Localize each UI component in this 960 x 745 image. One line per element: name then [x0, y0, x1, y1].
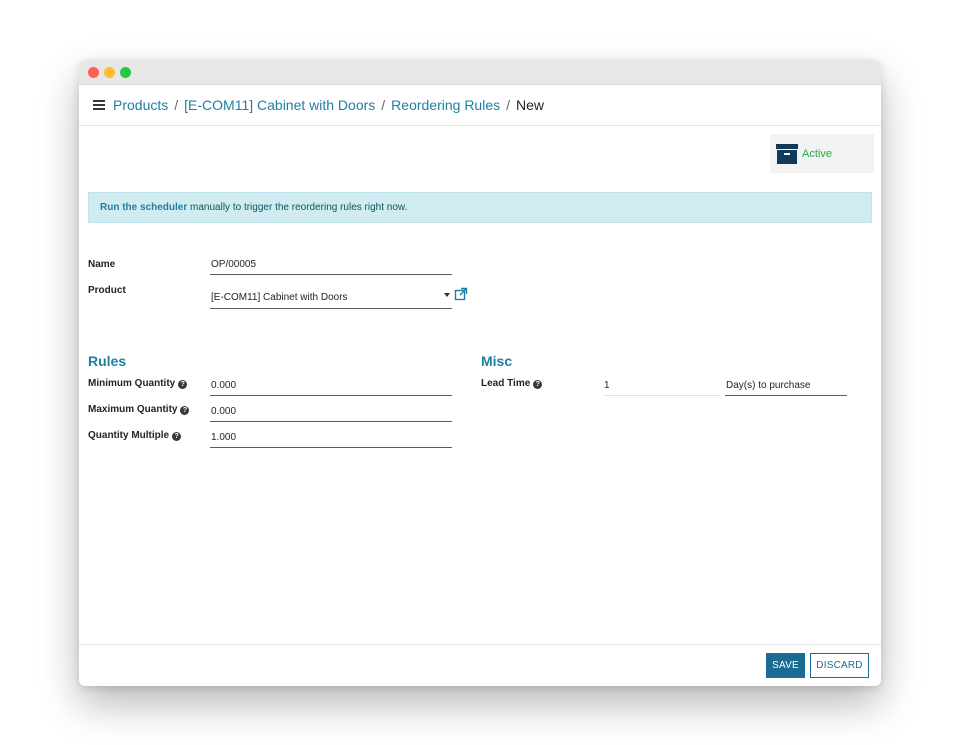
active-label: Active: [802, 147, 832, 160]
maximum-quantity-field[interactable]: 0.000: [210, 405, 452, 422]
quantity-multiple-field[interactable]: 1.000: [210, 431, 452, 448]
quantity-multiple-label-text: Quantity Multiple: [88, 430, 170, 441]
lead-time-unit-select[interactable]: Day(s) to purchase: [725, 379, 847, 396]
lead-time-label-text: Lead Time: [481, 378, 531, 389]
run-scheduler-link[interactable]: Run the scheduler: [100, 202, 187, 213]
window-titlebar: [79, 60, 881, 85]
breadcrumb-separator: /: [506, 97, 511, 113]
breadcrumb-current: New: [516, 97, 545, 113]
scheduler-alert: Run the scheduler manually to trigger th…: [88, 192, 872, 223]
minimum-quantity-field[interactable]: 0.000: [210, 379, 452, 396]
hamburger-menu-icon[interactable]: [93, 100, 105, 110]
help-icon[interactable]: ?: [172, 432, 182, 441]
breadcrumb: Products / [E-COM11] Cabinet with Doors …: [79, 85, 881, 126]
misc-section-title: Misc: [481, 353, 513, 369]
maximum-quantity-label: Maximum Quantity?: [88, 404, 190, 415]
archive-icon: [776, 143, 798, 164]
minimize-window-button[interactable]: [104, 67, 115, 78]
active-toggle-button[interactable]: Active: [770, 134, 874, 173]
lead-time-label: Lead Time?: [481, 378, 543, 389]
help-icon[interactable]: ?: [180, 406, 190, 415]
lead-time-field[interactable]: 1: [603, 379, 721, 396]
external-link-icon[interactable]: [454, 287, 468, 301]
name-field[interactable]: OP/00005: [210, 258, 452, 275]
product-label: Product: [88, 285, 126, 296]
breadcrumb-product[interactable]: [E-COM11] Cabinet with Doors: [184, 97, 375, 113]
discard-button[interactable]: DISCARD: [810, 653, 869, 678]
form-footer: SAVE DISCARD: [79, 644, 881, 686]
save-button[interactable]: SAVE: [766, 653, 805, 678]
breadcrumb-reordering-rules[interactable]: Reordering Rules: [391, 97, 500, 113]
breadcrumb-separator: /: [381, 97, 386, 113]
rules-section-title: Rules: [88, 353, 127, 369]
minimum-quantity-label: Minimum Quantity?: [88, 378, 188, 389]
name-label: Name: [88, 259, 116, 270]
close-window-button[interactable]: [88, 67, 99, 78]
help-icon[interactable]: ?: [178, 380, 188, 389]
quantity-multiple-label: Quantity Multiple?: [88, 430, 182, 441]
chevron-down-icon[interactable]: [444, 293, 450, 297]
help-icon[interactable]: ?: [533, 380, 543, 389]
maximize-window-button[interactable]: [120, 67, 131, 78]
breadcrumb-products[interactable]: Products: [113, 97, 168, 113]
product-select[interactable]: [E-COM11] Cabinet with Doors: [210, 291, 452, 309]
breadcrumb-separator: /: [174, 97, 179, 113]
minimum-quantity-label-text: Minimum Quantity: [88, 378, 176, 389]
app-window: Products / [E-COM11] Cabinet with Doors …: [79, 60, 881, 686]
alert-message: manually to trigger the reordering rules…: [187, 202, 408, 213]
maximum-quantity-label-text: Maximum Quantity: [88, 404, 178, 415]
